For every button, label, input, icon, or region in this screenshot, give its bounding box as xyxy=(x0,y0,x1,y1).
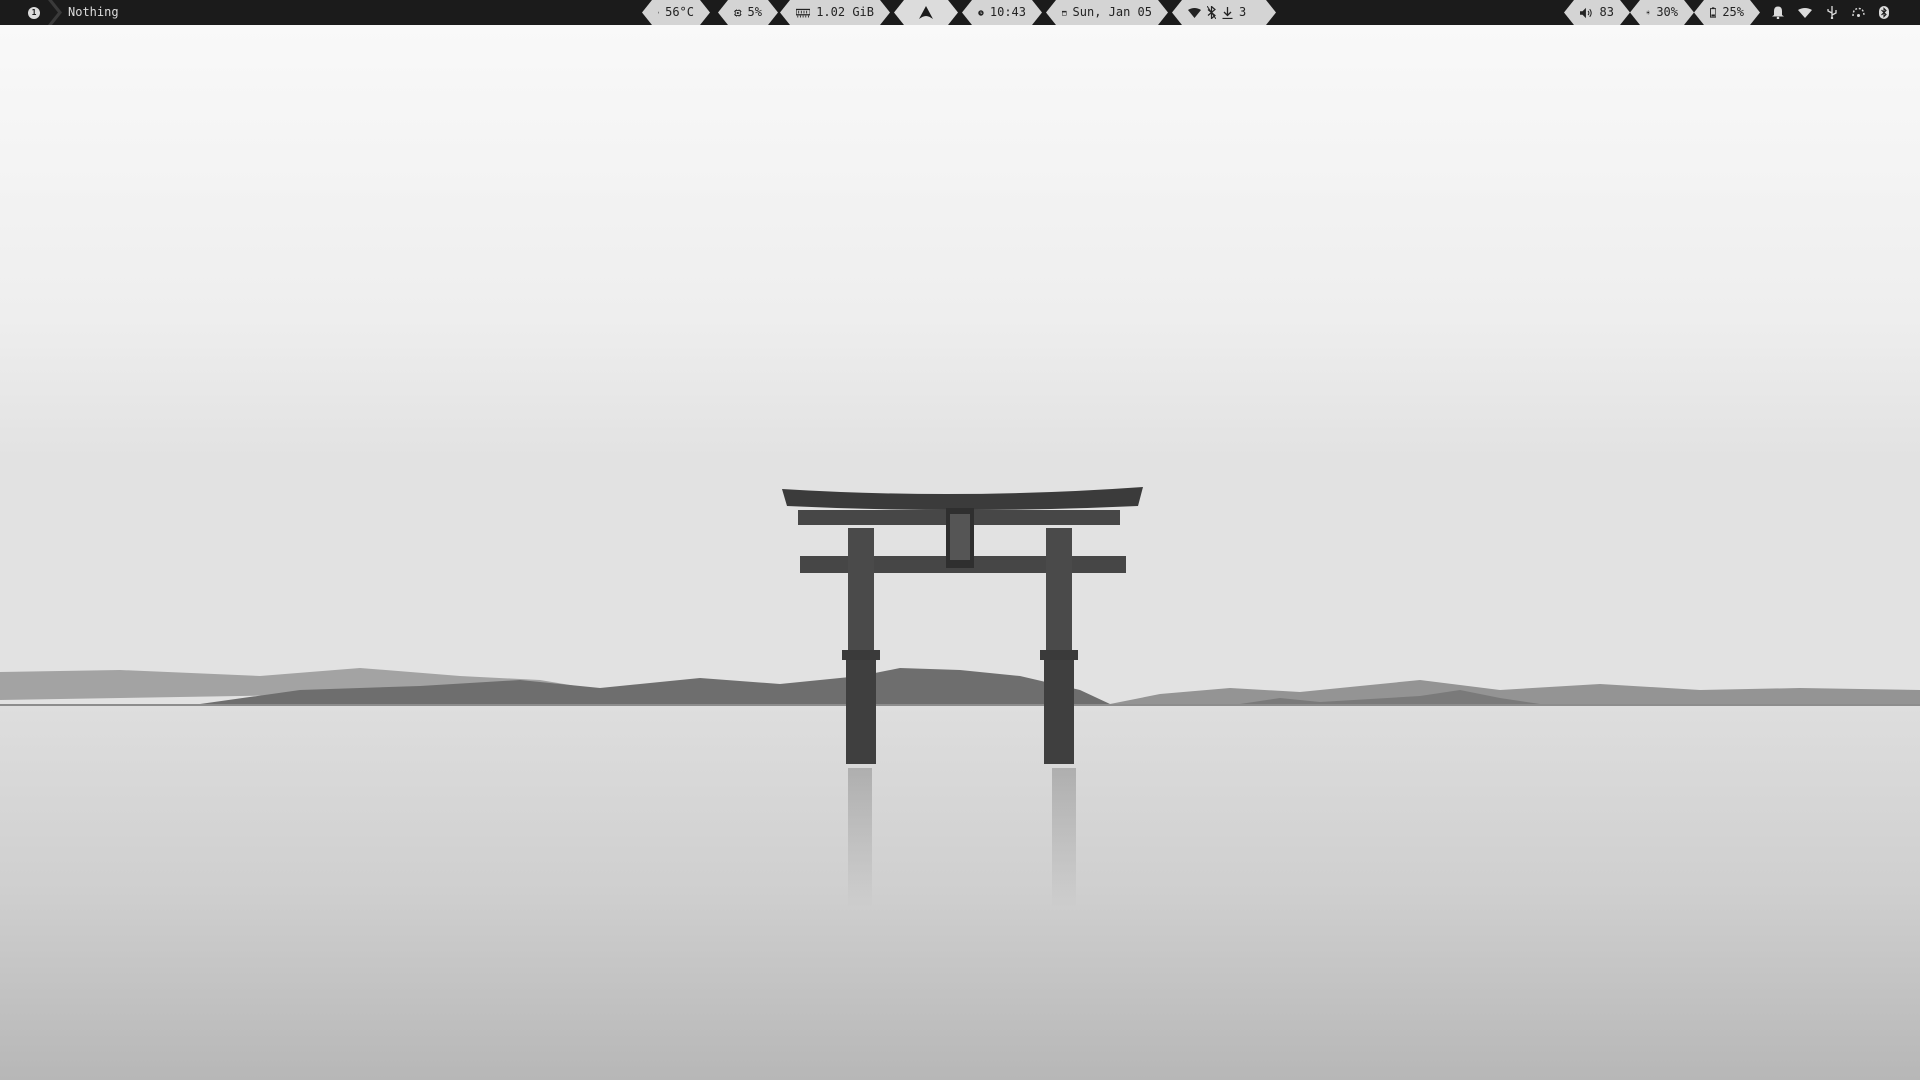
thermometer-icon xyxy=(658,6,659,19)
clock-icon xyxy=(978,7,984,19)
arch-logo-icon xyxy=(919,6,933,19)
usb-icon[interactable] xyxy=(1826,6,1838,19)
clock-module[interactable]: 10:43 xyxy=(962,0,1042,25)
cpu-icon xyxy=(734,7,742,19)
memory-icon xyxy=(796,8,810,18)
wifi-icon xyxy=(1188,8,1201,18)
date-value: Sun, Jan 05 xyxy=(1072,5,1152,19)
temperature-value: 56°C xyxy=(665,5,694,19)
battery-module[interactable]: 25% xyxy=(1694,0,1760,25)
network-activity-icon[interactable] xyxy=(1852,7,1865,18)
bell-icon[interactable] xyxy=(1772,6,1784,19)
battery-icon xyxy=(1710,6,1716,19)
bluetooth-off-icon xyxy=(1207,6,1216,19)
window-title: Nothing xyxy=(68,0,119,25)
status-bar: 1 Nothing 56°C 5% 1.02 GiB 10:43 Sun, Ja… xyxy=(0,0,1920,25)
volume-icon xyxy=(1580,7,1594,19)
date-module[interactable]: Sun, Jan 05 xyxy=(1046,0,1168,25)
volume-module[interactable]: 83 xyxy=(1564,0,1630,25)
brightness-value: 30% xyxy=(1656,5,1678,19)
volume-value: 83 xyxy=(1599,5,1614,19)
arch-launcher[interactable] xyxy=(894,0,958,25)
downloads-count: 3 xyxy=(1239,5,1247,19)
wallpaper xyxy=(0,0,1920,1080)
window-title-text: Nothing xyxy=(68,5,119,19)
bluetooth-icon[interactable] xyxy=(1879,6,1889,19)
wifi-icon[interactable] xyxy=(1798,7,1812,18)
battery-value: 25% xyxy=(1722,5,1744,19)
brightness-icon xyxy=(1646,6,1650,19)
desktop: 1 Nothing 56°C 5% 1.02 GiB 10:43 Sun, Ja… xyxy=(0,0,1920,1080)
cpu-module[interactable]: 5% xyxy=(718,0,778,25)
temperature-module[interactable]: 56°C xyxy=(642,0,710,25)
download-icon xyxy=(1222,7,1233,19)
cpu-value: 5% xyxy=(747,5,762,19)
network-module[interactable]: 3 xyxy=(1172,0,1276,25)
brightness-module[interactable]: 30% xyxy=(1630,0,1694,25)
calendar-icon xyxy=(1062,7,1067,19)
workspace-number: 1 xyxy=(28,6,40,19)
memory-module[interactable]: 1.02 GiB xyxy=(780,0,890,25)
system-tray xyxy=(1772,0,1889,25)
clock-value: 10:43 xyxy=(989,5,1026,19)
memory-value: 1.02 GiB xyxy=(816,5,874,19)
workspace-indicator[interactable]: 1 xyxy=(14,0,54,25)
